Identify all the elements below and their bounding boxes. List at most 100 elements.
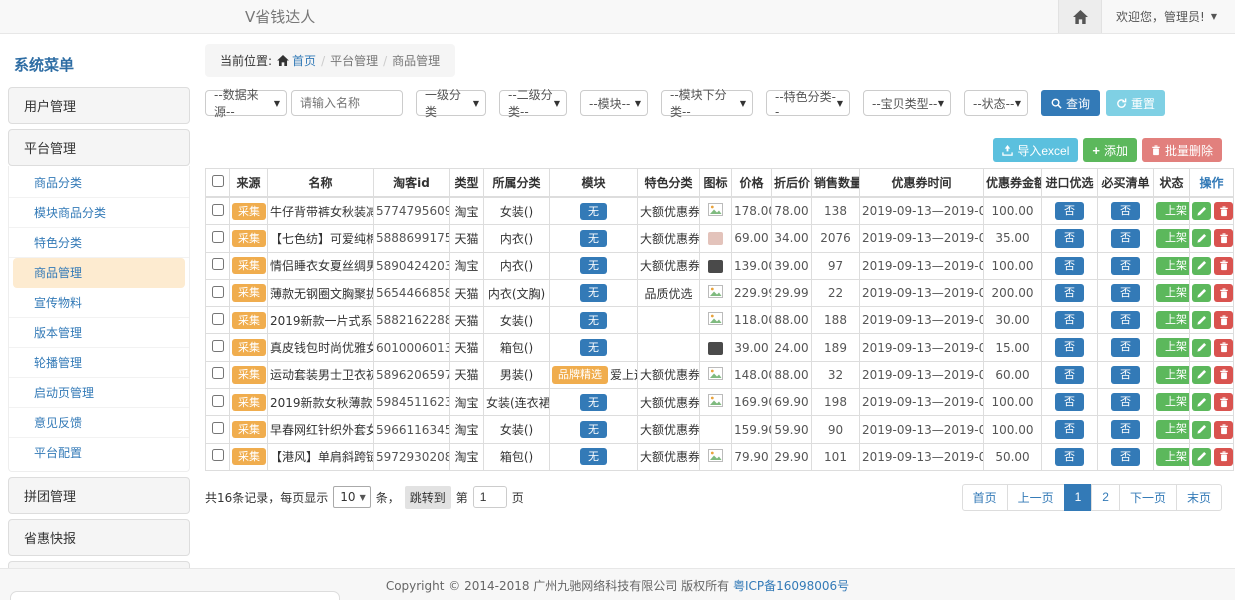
import-select-toggle[interactable]: 否 xyxy=(1055,448,1084,466)
sidebar-subitem-2[interactable]: 特色分类 xyxy=(9,228,189,258)
batch-delete-button[interactable]: 批量删除 xyxy=(1142,138,1222,162)
row-checkbox[interactable] xyxy=(212,313,224,325)
filter-select-7[interactable]: --状态--▼ xyxy=(964,90,1028,116)
status-button[interactable]: 上架 xyxy=(1156,366,1190,384)
delete-button[interactable] xyxy=(1214,421,1233,439)
sidebar-subitem-7[interactable]: 启动页管理 xyxy=(9,378,189,408)
edit-button[interactable] xyxy=(1192,284,1211,302)
page-button-末页[interactable]: 末页 xyxy=(1176,484,1222,511)
filter-select-0[interactable]: --数据来源--▼ xyxy=(205,90,287,116)
import-excel-button[interactable]: 导入excel xyxy=(993,138,1078,162)
must-buy-toggle[interactable]: 否 xyxy=(1111,338,1140,356)
row-checkbox[interactable] xyxy=(212,422,224,434)
must-buy-toggle[interactable]: 否 xyxy=(1111,393,1140,411)
status-button[interactable]: 上架 xyxy=(1156,229,1190,247)
search-button[interactable]: 查询 xyxy=(1041,90,1100,116)
add-button[interactable]: + 添加 xyxy=(1083,138,1137,162)
edit-button[interactable] xyxy=(1192,448,1211,466)
edit-button[interactable] xyxy=(1192,257,1211,275)
import-select-toggle[interactable]: 否 xyxy=(1055,257,1084,275)
row-checkbox[interactable] xyxy=(212,286,224,298)
sidebar-item-after-0[interactable]: 拼团管理 xyxy=(8,477,190,514)
row-checkbox[interactable] xyxy=(212,395,224,407)
status-button[interactable]: 上架 xyxy=(1156,284,1190,302)
status-button[interactable]: 上架 xyxy=(1156,257,1190,275)
page-button-首页[interactable]: 首页 xyxy=(962,484,1008,511)
user-menu[interactable]: 欢迎您，管理员! ▼ xyxy=(1102,8,1235,25)
import-select-toggle[interactable]: 否 xyxy=(1055,366,1084,384)
select-all-checkbox[interactable] xyxy=(212,175,224,187)
sidebar-subitem-1[interactable]: 模块商品分类 xyxy=(9,198,189,228)
sidebar-subitem-8[interactable]: 意见反馈 xyxy=(9,408,189,438)
delete-button[interactable] xyxy=(1214,393,1233,411)
edit-button[interactable] xyxy=(1192,339,1211,357)
filter-select-2[interactable]: --二级分类--▼ xyxy=(499,90,567,116)
delete-button[interactable] xyxy=(1214,284,1233,302)
sidebar-subitem-9[interactable]: 平台配置 xyxy=(9,438,189,467)
import-select-toggle[interactable]: 否 xyxy=(1055,420,1084,438)
must-buy-toggle[interactable]: 否 xyxy=(1111,257,1140,275)
sidebar-subitem-6[interactable]: 轮播管理 xyxy=(9,348,189,378)
edit-button[interactable] xyxy=(1192,202,1211,220)
must-buy-toggle[interactable]: 否 xyxy=(1111,202,1140,220)
status-button[interactable]: 上架 xyxy=(1156,202,1190,220)
import-select-toggle[interactable]: 否 xyxy=(1055,338,1084,356)
edit-button[interactable] xyxy=(1192,393,1211,411)
must-buy-toggle[interactable]: 否 xyxy=(1111,229,1140,247)
delete-button[interactable] xyxy=(1214,311,1233,329)
must-buy-toggle[interactable]: 否 xyxy=(1111,311,1140,329)
breadcrumb-home-link[interactable]: 首页 xyxy=(277,52,316,69)
edit-button[interactable] xyxy=(1192,366,1211,384)
status-button[interactable]: 上架 xyxy=(1156,393,1190,411)
sidebar-subitem-4[interactable]: 宣传物料 xyxy=(9,288,189,318)
row-checkbox[interactable] xyxy=(212,449,224,461)
import-select-toggle[interactable]: 否 xyxy=(1055,311,1084,329)
delete-button[interactable] xyxy=(1214,257,1233,275)
delete-button[interactable] xyxy=(1214,448,1233,466)
status-button[interactable]: 上架 xyxy=(1156,420,1190,438)
sidebar-item-platform[interactable]: 平台管理 xyxy=(8,129,190,166)
name-search-input[interactable] xyxy=(291,90,403,116)
import-select-toggle[interactable]: 否 xyxy=(1055,229,1084,247)
sidebar-subitem-3[interactable]: 商品管理 xyxy=(13,258,185,288)
filter-select-4[interactable]: --模块下分类--▼ xyxy=(661,90,753,116)
sidebar-item-before-0[interactable]: 用户管理 xyxy=(8,87,190,124)
page-button-1[interactable]: 1 xyxy=(1064,484,1093,511)
jump-button[interactable]: 跳转到 xyxy=(405,486,451,509)
delete-button[interactable] xyxy=(1214,202,1233,220)
must-buy-toggle[interactable]: 否 xyxy=(1111,420,1140,438)
reset-button[interactable]: 重置 xyxy=(1106,90,1165,116)
filter-select-6[interactable]: --宝贝类型--▼ xyxy=(863,90,951,116)
page-number-input[interactable] xyxy=(473,486,507,508)
filter-select-3[interactable]: --模块--▼ xyxy=(580,90,648,116)
import-select-toggle[interactable]: 否 xyxy=(1055,202,1084,220)
status-button[interactable]: 上架 xyxy=(1156,311,1190,329)
row-checkbox[interactable] xyxy=(212,258,224,270)
status-button[interactable]: 上架 xyxy=(1156,338,1190,356)
row-checkbox[interactable] xyxy=(212,204,224,216)
import-select-toggle[interactable]: 否 xyxy=(1055,284,1084,302)
home-button[interactable] xyxy=(1058,0,1102,33)
per-page-select[interactable]: 10 ▼ xyxy=(333,486,370,508)
page-button-2[interactable]: 2 xyxy=(1091,484,1120,511)
page-button-下一页[interactable]: 下一页 xyxy=(1119,484,1177,511)
must-buy-toggle[interactable]: 否 xyxy=(1111,366,1140,384)
edit-button[interactable] xyxy=(1192,229,1211,247)
row-checkbox[interactable] xyxy=(212,367,224,379)
edit-button[interactable] xyxy=(1192,311,1211,329)
row-checkbox[interactable] xyxy=(212,340,224,352)
sidebar-subitem-0[interactable]: 商品分类 xyxy=(9,168,189,198)
sidebar-subitem-5[interactable]: 版本管理 xyxy=(9,318,189,348)
must-buy-toggle[interactable]: 否 xyxy=(1111,284,1140,302)
delete-button[interactable] xyxy=(1214,366,1233,384)
edit-button[interactable] xyxy=(1192,421,1211,439)
must-buy-toggle[interactable]: 否 xyxy=(1111,448,1140,466)
status-button[interactable]: 上架 xyxy=(1156,448,1190,466)
page-button-上一页[interactable]: 上一页 xyxy=(1007,484,1065,511)
filter-select-5[interactable]: --特色分类--▼ xyxy=(766,90,850,116)
icp-link[interactable]: 粤ICP备16098006号 xyxy=(733,577,849,594)
import-select-toggle[interactable]: 否 xyxy=(1055,393,1084,411)
sidebar-item-after-1[interactable]: 省惠快报 xyxy=(8,519,190,556)
filter-select-1[interactable]: 一级分类▼ xyxy=(416,90,486,116)
delete-button[interactable] xyxy=(1214,229,1233,247)
